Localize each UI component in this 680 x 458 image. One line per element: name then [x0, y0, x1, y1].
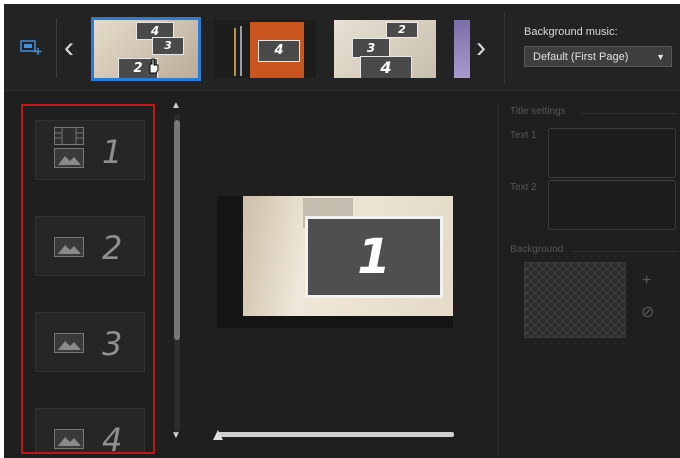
template-strip: ‹ 4 3 2 4 2 3 4 › Background music: Defa…: [4, 4, 680, 91]
template-thumbnail[interactable]: 4 3 2: [91, 17, 201, 81]
template-thumbnail[interactable]: [454, 20, 470, 78]
add-icon[interactable]: +: [642, 272, 651, 290]
divider: [582, 113, 678, 114]
layout-mode-icon[interactable]: [20, 38, 42, 56]
text2-field[interactable]: [548, 180, 676, 230]
image-icon: [54, 333, 84, 353]
image-icon: [54, 429, 84, 449]
image-icon: [54, 237, 84, 257]
video-icon: [54, 127, 84, 145]
slideshow-editor: ‹ 4 3 2 4 2 3 4 › Background music: Defa…: [4, 4, 680, 458]
scroll-up-icon[interactable]: ▲: [171, 100, 181, 111]
template-photo-slot: 4: [258, 40, 300, 62]
background-swatch[interactable]: [524, 262, 626, 338]
slide-number: 2: [102, 229, 123, 267]
divider: [504, 12, 505, 84]
slide-number: 4: [102, 421, 123, 454]
background-music-select[interactable]: Default (First Page) ▼: [524, 46, 672, 67]
background-music-label: Background music:: [524, 26, 618, 38]
template-thumbnail[interactable]: 2 3 4: [334, 20, 436, 78]
title-settings-heading: Title settings: [510, 106, 566, 117]
slide-item[interactable]: 3: [35, 312, 145, 372]
template-photo-slot: 4: [360, 56, 412, 78]
slide-number: 1: [102, 133, 123, 171]
text1-field[interactable]: [548, 128, 676, 178]
slide-preview: 1: [217, 196, 453, 328]
template-photo-slot: 3: [352, 38, 390, 58]
preview-photo-slot[interactable]: 1: [305, 216, 443, 298]
timeline-slider-knob[interactable]: [213, 430, 223, 440]
text2-label: Text 2: [510, 182, 537, 193]
template-thumbnail[interactable]: 4: [214, 20, 316, 78]
divider: [56, 18, 57, 78]
remove-icon[interactable]: ⊘: [641, 302, 654, 322]
text1-label: Text 1: [510, 130, 537, 141]
hand-cursor-icon: [146, 58, 160, 78]
next-arrow-icon[interactable]: ›: [476, 33, 486, 63]
slide-item[interactable]: 4: [35, 408, 145, 454]
slide-list: 1 2 3 4: [21, 104, 155, 454]
slide-number: 3: [102, 325, 123, 363]
template-photo-slot: 3: [152, 37, 184, 55]
slide-item[interactable]: 2: [35, 216, 145, 276]
scroll-down-icon[interactable]: ▼: [171, 430, 181, 441]
chevron-down-icon: ▼: [656, 52, 665, 62]
background-heading: Background: [510, 244, 564, 255]
image-icon: [54, 148, 84, 168]
timeline-slider-track[interactable]: [218, 432, 454, 437]
slide-item[interactable]: 1: [35, 120, 145, 180]
background-music-value: Default (First Page): [533, 51, 629, 63]
template-photo-slot: 2: [386, 22, 418, 38]
divider: [572, 251, 678, 252]
prev-arrow-icon[interactable]: ‹: [64, 33, 74, 63]
scrollbar-thumb[interactable]: [174, 120, 180, 340]
